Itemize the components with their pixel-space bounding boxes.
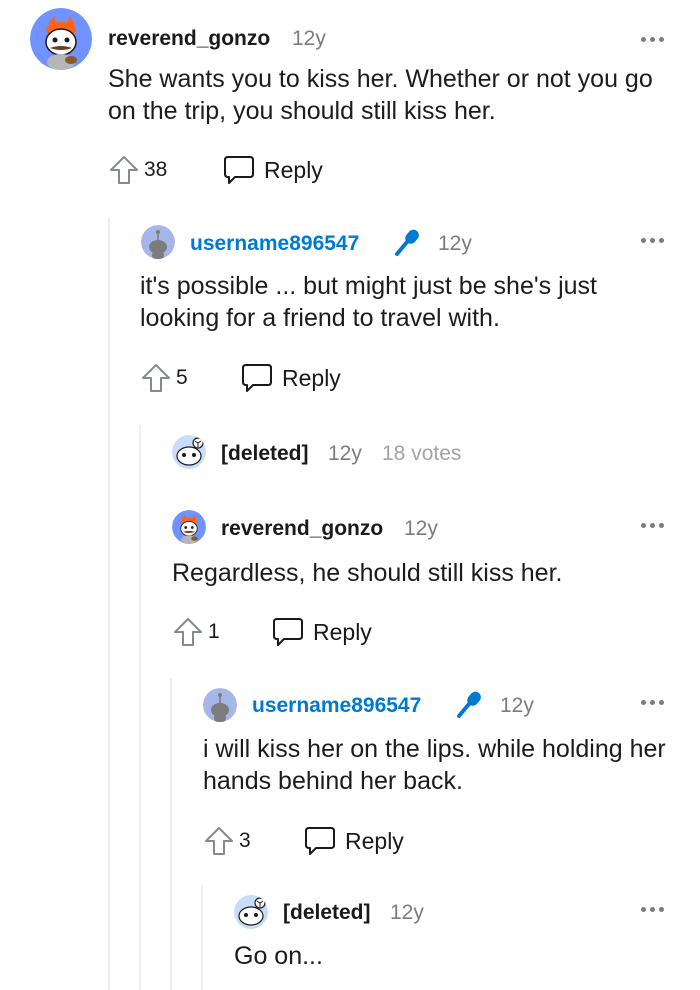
more-options-icon[interactable]	[641, 37, 665, 43]
upvote-button[interactable]: 3	[203, 824, 251, 858]
comment-username[interactable]: reverend_gonzo	[108, 27, 270, 51]
upvote-arrow-icon	[174, 618, 202, 646]
comment-timestamp: 12y	[390, 901, 424, 924]
comment-bubble-icon	[224, 156, 254, 184]
upvote-button[interactable]: 38	[108, 153, 167, 187]
deleted-snoo-avatar[interactable]	[172, 435, 206, 469]
upvote-arrow-icon	[205, 827, 233, 855]
thread-line[interactable]	[139, 425, 141, 990]
gonzo-avatar[interactable]	[172, 510, 206, 544]
more-options-icon[interactable]	[641, 523, 665, 529]
comment-body: Go on...	[234, 942, 323, 970]
snoo-avatar[interactable]	[203, 688, 237, 722]
reply-label: Reply	[264, 156, 323, 183]
comment-timestamp: 12y	[292, 27, 326, 50]
gonzo-avatar[interactable]	[30, 8, 92, 70]
reply-label: Reply	[345, 827, 404, 854]
comment-timestamp: 12y	[500, 694, 534, 717]
vote-count: 1	[208, 620, 220, 643]
comment-body: She wants you to kiss her. Whether or no…	[108, 65, 653, 125]
comment-body: i will kiss her on the lips. while holdi…	[203, 735, 666, 795]
reply-button[interactable]: Reply	[222, 153, 323, 187]
reply-label: Reply	[313, 618, 372, 645]
reply-button[interactable]: Reply	[271, 615, 372, 649]
comment-username[interactable]: username896547	[190, 232, 359, 256]
upvote-arrow-icon	[142, 364, 170, 392]
comment-username[interactable]: username896547	[252, 694, 421, 718]
more-options-icon[interactable]	[641, 907, 665, 913]
upvote-button[interactable]: 1	[172, 615, 220, 649]
thread-line[interactable]	[201, 885, 203, 990]
reply-label: Reply	[282, 364, 341, 391]
comment-username: [deleted]	[221, 442, 309, 465]
upvote-button[interactable]: 5	[140, 361, 188, 395]
snoo-avatar[interactable]	[141, 225, 175, 259]
upvote-arrow-icon	[110, 156, 138, 184]
microphone-icon	[395, 229, 419, 256]
comment-body: it's possible ... but might just be she'…	[140, 272, 597, 332]
comment-timestamp: 12y	[328, 442, 362, 465]
comment-bubble-icon	[273, 618, 303, 646]
deleted-snoo-avatar[interactable]	[234, 895, 268, 929]
vote-count: 3	[239, 829, 251, 852]
comment-bubble-icon	[242, 364, 272, 392]
comment-timestamp: 12y	[438, 232, 472, 255]
comment-body: Regardless, he should still kiss her.	[172, 559, 563, 587]
comment-username: [deleted]	[283, 901, 371, 924]
reply-button[interactable]: Reply	[240, 361, 341, 395]
reply-button[interactable]: Reply	[303, 824, 404, 858]
vote-count: 5	[176, 366, 188, 389]
comment-timestamp: 12y	[404, 517, 438, 540]
microphone-icon	[457, 691, 481, 718]
thread-line[interactable]	[170, 678, 172, 990]
more-options-icon[interactable]	[641, 238, 665, 244]
more-options-icon[interactable]	[641, 700, 665, 706]
collapsed-votes-count: 18 votes	[382, 442, 462, 465]
vote-count: 38	[144, 158, 168, 181]
comment-bubble-icon	[305, 827, 335, 855]
thread-line[interactable]	[108, 218, 110, 990]
comment-username[interactable]: reverend_gonzo	[221, 517, 383, 541]
